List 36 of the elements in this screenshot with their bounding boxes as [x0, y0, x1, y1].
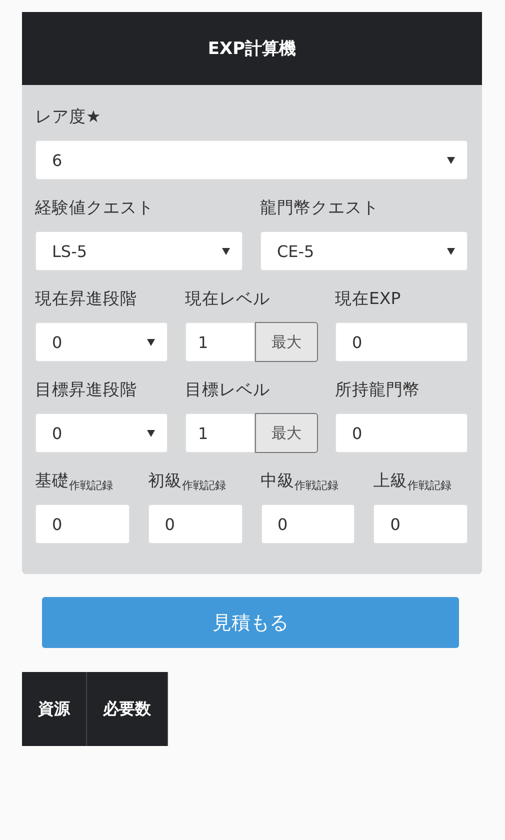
field-label: 現在昇進段階 — [35, 289, 138, 309]
field-label: 所持龍門幣 — [335, 380, 421, 400]
caret-down-icon — [147, 430, 155, 436]
select-field[interactable]: LS-5 — [35, 231, 243, 271]
field-label: 中級$_{作戦記録}$ — [260, 471, 340, 491]
caret-down-icon — [447, 248, 455, 254]
field-label: 上級$_{作戦記録}$ — [373, 471, 452, 491]
select-field[interactable]: CE-5 — [260, 231, 468, 271]
input-field[interactable]: 1 — [185, 322, 255, 362]
input-field[interactable]: 0 — [260, 504, 356, 544]
input-field[interactable]: 0 — [35, 504, 130, 544]
field-label: 初級$_{作戦記録}$ — [148, 471, 227, 491]
input-field[interactable]: 0 — [148, 504, 242, 544]
select-field[interactable]: 6 — [35, 140, 468, 180]
field-label: 目標昇進段階 — [35, 380, 138, 400]
field-label: 現在EXP — [335, 289, 402, 309]
caret-down-icon — [147, 338, 155, 346]
field-label: 現在レベル — [185, 289, 271, 309]
page-header: EXP計算機 — [22, 12, 482, 85]
input-field[interactable]: 0 — [335, 413, 468, 453]
field-label: 目標レベル — [185, 380, 271, 400]
column-header: 必要数 — [87, 672, 168, 746]
column-header: 資源 — [22, 672, 87, 746]
field-label: 基礎$_{作戦記録}$ — [35, 471, 114, 491]
select-field[interactable]: 0 — [35, 322, 168, 362]
input-field[interactable]: 1 — [185, 413, 255, 453]
input-field[interactable]: 0 — [335, 322, 468, 362]
field-label: 龍門幣クエスト — [260, 198, 380, 218]
max-button[interactable]: 最大 — [255, 413, 318, 453]
caret-down-icon — [222, 248, 230, 254]
input-field[interactable]: 0 — [373, 504, 468, 544]
field-label: 経験値クエスト — [35, 198, 155, 218]
select-field[interactable]: 0 — [35, 413, 168, 453]
max-button[interactable]: 最大 — [255, 322, 318, 362]
caret-down-icon — [447, 156, 455, 164]
field-label: レア度★ — [35, 107, 102, 127]
